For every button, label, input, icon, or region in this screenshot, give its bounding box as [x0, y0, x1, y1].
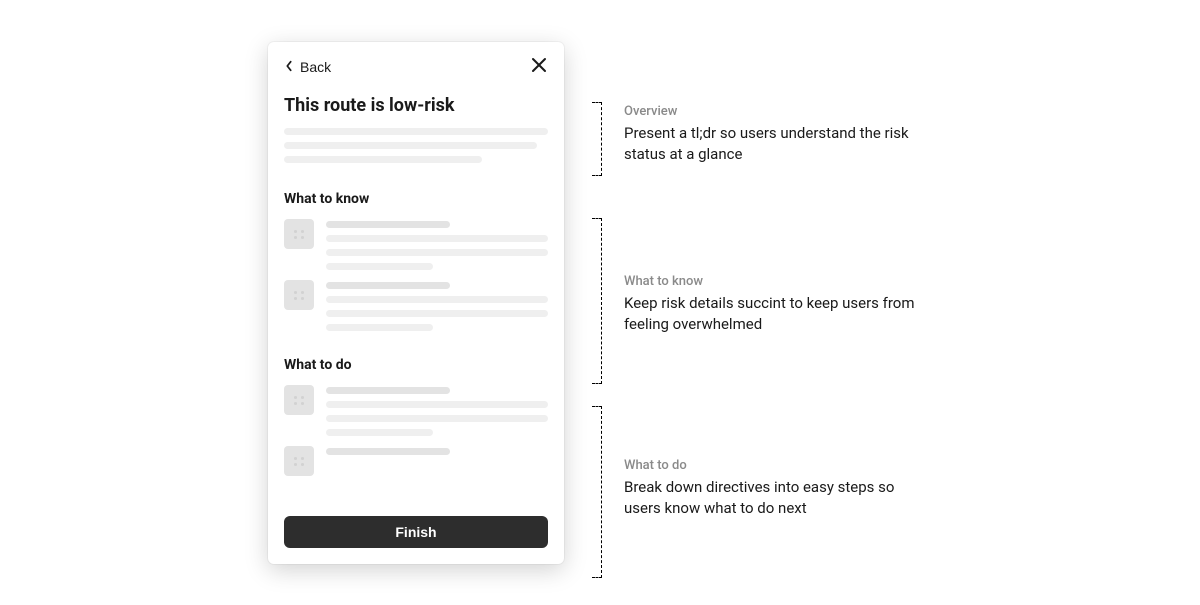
chevron-left-icon	[284, 59, 294, 75]
page-title: This route is low-risk	[284, 95, 548, 116]
annotation-body: Keep risk details succint to keep users …	[624, 293, 932, 334]
item-body	[326, 280, 548, 331]
annotation-label: What to do	[624, 458, 932, 473]
finish-button[interactable]: Finish	[284, 516, 548, 548]
placeholder-line	[326, 401, 548, 408]
section-heading-do: What to do	[284, 357, 548, 373]
placeholder-line	[326, 415, 548, 422]
item-body	[326, 385, 548, 436]
card-scroll-content: What to know	[284, 191, 548, 516]
annotation-know: What to know Keep risk details succint t…	[592, 218, 932, 384]
annotation-overview: Overview Present a tl;dr so users unders…	[592, 102, 932, 176]
annotation-body: Break down directives into easy steps so…	[624, 477, 932, 518]
back-button[interactable]: Back	[284, 59, 331, 75]
drag-handle-icon	[284, 280, 314, 310]
item-body	[326, 446, 548, 476]
placeholder-line	[326, 429, 433, 436]
section-heading-know: What to know	[284, 191, 548, 207]
placeholder-line	[326, 263, 433, 270]
placeholder-line	[326, 235, 548, 242]
annotation-body: Present a tl;dr so users understand the …	[624, 123, 932, 164]
close-icon	[530, 56, 548, 77]
placeholder-line	[284, 142, 537, 149]
drag-handle-icon	[284, 219, 314, 249]
placeholder-line	[326, 324, 433, 331]
placeholder-line	[326, 282, 450, 289]
back-label: Back	[300, 59, 331, 75]
list-item	[284, 385, 548, 436]
placeholder-line	[326, 387, 450, 394]
bracket-icon	[592, 406, 602, 578]
placeholder-line	[326, 249, 548, 256]
annotation-do: What to do Break down directives into ea…	[592, 406, 932, 578]
drag-handle-icon	[284, 385, 314, 415]
placeholder-line	[326, 296, 548, 303]
placeholder-line	[284, 156, 482, 163]
placeholder-line	[326, 310, 548, 317]
annotations-panel: Overview Present a tl;dr so users unders…	[592, 42, 932, 586]
list-item	[284, 280, 548, 331]
placeholder-line	[326, 221, 450, 228]
list-item	[284, 219, 548, 270]
annotation-label: What to know	[624, 274, 932, 289]
close-button[interactable]	[530, 56, 548, 77]
bracket-icon	[592, 218, 602, 384]
list-item	[284, 446, 548, 476]
bracket-icon	[592, 102, 602, 176]
risk-detail-card: Back This route is low-risk What to know	[268, 42, 564, 564]
annotation-label: Overview	[624, 104, 932, 119]
overview-placeholder	[284, 128, 548, 163]
placeholder-line	[284, 128, 548, 135]
card-header: Back	[284, 56, 548, 77]
item-body	[326, 219, 548, 270]
placeholder-line	[326, 448, 450, 455]
drag-handle-icon	[284, 446, 314, 476]
